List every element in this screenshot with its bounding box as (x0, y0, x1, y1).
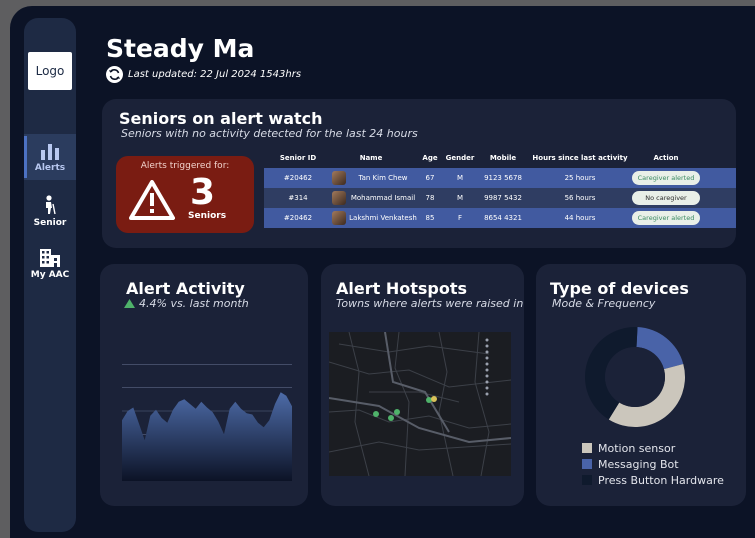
sidebar-item-my-aac[interactable]: My AAC (24, 240, 76, 286)
alert-watch-title: Seniors on alert watch (119, 109, 323, 128)
alert-hotspots-subtitle: Towns where alerts were raised in (336, 297, 524, 310)
hours-inactive: 44 hours (564, 214, 596, 222)
senior-name: Mohammad Ismail (350, 194, 416, 202)
sidebar-item-label: My AAC (30, 269, 70, 280)
device-types-subtitle: Mode & Frequency (552, 297, 656, 310)
sidebar: Logo Alerts Senior My AAC (24, 18, 76, 532)
sync-icon[interactable] (106, 66, 123, 83)
legend-swatch (582, 459, 592, 469)
warning-icon (129, 180, 175, 220)
senior-id: #20462 (283, 214, 313, 222)
legend-item: Motion sensor (582, 440, 724, 456)
senior-mobile: 8654 4321 (484, 214, 522, 222)
action-button[interactable]: Caregiver alerted (632, 171, 700, 185)
alert-count-box: Alerts triggered for: 3 Seniors (116, 156, 254, 233)
avatar (332, 191, 346, 205)
dashboard-window: Logo Alerts Senior My AAC Steady Ma Last… (10, 6, 755, 538)
senior-age: 78 (425, 194, 435, 202)
legend-item: Press Button Hardware (582, 472, 724, 488)
column-header: Action (653, 154, 679, 162)
donut-hole (605, 347, 665, 407)
senior-age: 85 (425, 214, 435, 222)
senior-gender: M (456, 174, 464, 182)
alert-activity-change-text: 4.4% vs. last month (139, 297, 249, 310)
column-header: Gender (445, 154, 475, 162)
alert-activity-change: 4.4% vs. last month (124, 297, 249, 310)
hotspot-map[interactable] (329, 332, 511, 476)
avatar (332, 211, 346, 225)
senior-name: Tan Kim Chew (358, 174, 408, 182)
action-button[interactable]: No caregiver (632, 191, 700, 205)
page-title: Steady Ma (106, 34, 255, 63)
device-types-legend: Motion sensor Messaging Bot Press Button H… (582, 440, 724, 488)
senior-name: Lakshmi Venkatesh (349, 214, 417, 222)
legend-swatch (582, 475, 592, 485)
hours-inactive: 56 hours (564, 194, 596, 202)
senior-mobile: 9987 5432 (484, 194, 522, 202)
alert-count-unit: Seniors (188, 211, 227, 221)
senior-id: #314 (288, 194, 308, 202)
alert-count-number: 3 (190, 172, 216, 213)
column-header: Age (422, 154, 438, 162)
sidebar-item-alerts[interactable]: Alerts (24, 134, 76, 180)
legend-label: Press Button Hardware (598, 473, 724, 487)
table-header: Senior ID Name Age Gender Mobile Hours s… (264, 154, 736, 168)
trend-up-icon (124, 299, 135, 308)
column-header: Mobile (489, 154, 517, 162)
logo: Logo (28, 52, 72, 90)
alert-count-label: Alerts triggered for: (140, 161, 230, 171)
sidebar-item-senior[interactable]: Senior (24, 188, 76, 234)
sidebar-item-label: Alerts (34, 162, 66, 173)
column-header: Name (359, 154, 383, 162)
person-cane-icon (46, 194, 56, 214)
sidebar-item-label: Senior (33, 217, 67, 228)
senior-id: #20462 (283, 174, 313, 182)
device-types-title: Type of devices (550, 279, 689, 298)
legend-item: Messaging Bot (582, 456, 724, 472)
legend-label: Messaging Bot (598, 457, 679, 471)
senior-mobile: 9123 5678 (484, 174, 522, 182)
alert-activity-area (122, 392, 292, 481)
building-icon (40, 248, 60, 267)
alert-watch-subtitle: Seniors with no activity detected for th… (121, 127, 418, 140)
bar-chart-icon (41, 143, 59, 160)
column-header: Senior ID (279, 154, 317, 162)
senior-gender: F (457, 214, 463, 222)
last-updated-text: Last updated: 22 Jul 2024 1543hrs (128, 69, 302, 80)
hours-inactive: 25 hours (564, 174, 596, 182)
action-button[interactable]: Caregiver alerted (632, 211, 700, 225)
device-types-donut (585, 327, 685, 427)
last-updated: Last updated: 22 Jul 2024 1543hrs (106, 66, 301, 83)
alert-activity-title: Alert Activity (126, 279, 245, 298)
senior-age: 67 (425, 174, 435, 182)
table-row[interactable]: #314 Mohammad Ismail 78 M 9987 5432 56 h… (264, 188, 736, 208)
alert-hotspots-title: Alert Hotspots (336, 279, 467, 298)
table-row[interactable]: #20462 Lakshmi Venkatesh 85 F 8654 4321 … (264, 208, 736, 228)
senior-gender: M (456, 194, 464, 202)
legend-swatch (582, 443, 592, 453)
table-row[interactable]: #20462 Tan Kim Chew 67 M 9123 5678 25 ho… (264, 168, 736, 188)
column-header: Hours since last activity (532, 154, 628, 162)
alert-activity-chart (122, 364, 292, 481)
legend-label: Motion sensor (598, 441, 676, 455)
avatar (332, 171, 346, 185)
